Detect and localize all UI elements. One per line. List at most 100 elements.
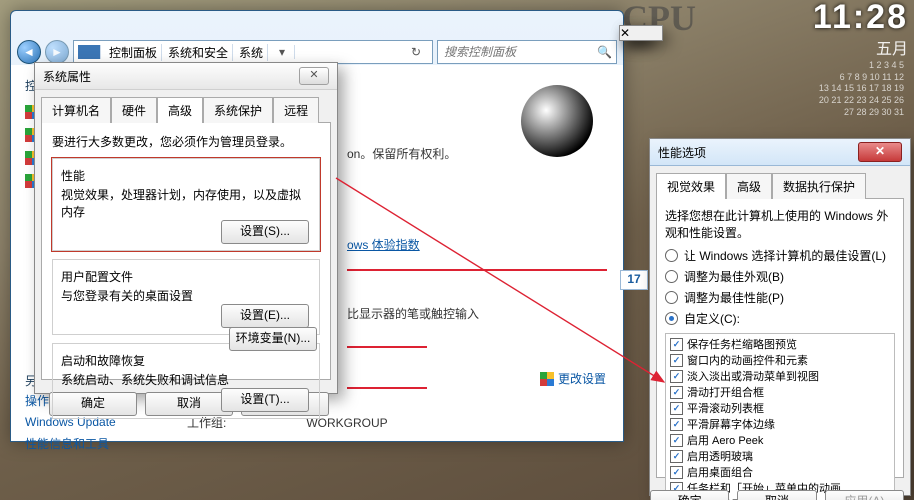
apply-button[interactable]: 应用(A) <box>825 490 904 500</box>
checkbox-icon <box>670 338 683 351</box>
crumb[interactable]: 系统和安全 <box>164 44 233 61</box>
radio-label: 自定义(C): <box>684 310 740 327</box>
radio-icon <box>665 270 678 283</box>
tab-2[interactable]: 数据执行保护 <box>772 173 866 199</box>
dialog-titlebar[interactable]: 系统属性 ✕ <box>35 63 337 90</box>
close-button[interactable]: ✕ <box>858 142 902 162</box>
tabs: 视觉效果高级数据执行保护 <box>650 166 910 198</box>
performance-settings-button[interactable]: 设置(S)... <box>221 220 309 244</box>
tab-body-visual-effects: 选择您想在此计算机上使用的 Windows 外观和性能设置。 让 Windows… <box>656 198 904 478</box>
admin-note: 要进行大多数更改，您必须作为管理员登录。 <box>52 133 320 150</box>
tab-3[interactable]: 系统保护 <box>203 97 273 123</box>
group-text: 系统启动、系统失败和调试信息 <box>61 371 311 388</box>
performance-options-dialog: 性能选项 ✕ 视觉效果高级数据执行保护 选择您想在此计算机上使用的 Window… <box>649 138 911 496</box>
redacted <box>347 336 427 348</box>
windows-logo-icon <box>521 85 593 157</box>
checkbox-label: 平滑滚动列表框 <box>687 400 764 416</box>
system-properties-dialog: 系统属性 ✕ 计算机名硬件高级系统保护远程 要进行大多数更改，您必须作为管理员登… <box>34 62 338 394</box>
checkbox-label: 平滑屏幕字体边缘 <box>687 416 775 432</box>
close-button[interactable]: ✕ <box>299 67 329 85</box>
checkbox-label: 淡入淡出或滑动菜单到视图 <box>687 368 819 384</box>
radio-option[interactable]: 调整为最佳外观(B) <box>665 266 895 287</box>
cancel-button[interactable]: 取消 <box>737 490 816 500</box>
close-button[interactable]: ✕ <box>619 25 663 41</box>
radio-option[interactable]: 自定义(C): <box>665 308 895 329</box>
effects-checklist[interactable]: 保存任务栏缩略图预览窗口内的动画控件和元素淡入淡出或滑动菜单到视图滑动打开组合框… <box>665 333 895 500</box>
dialog-title: 性能选项 <box>658 144 706 161</box>
tab-1[interactable]: 高级 <box>726 173 772 199</box>
tab-2[interactable]: 高级 <box>157 97 203 123</box>
checkbox-icon <box>670 354 683 367</box>
effect-checkbox[interactable]: 平滑屏幕字体边缘 <box>668 416 892 432</box>
sidebar-item[interactable]: 性能信息和工具 <box>25 432 155 455</box>
checkbox-icon <box>670 386 683 399</box>
radio-label: 调整为最佳性能(P) <box>684 289 784 306</box>
intro-text: 选择您想在此计算机上使用的 Windows 外观和性能设置。 <box>665 207 895 241</box>
effect-checkbox[interactable]: 淡入淡出或滑动菜单到视图 <box>668 368 892 384</box>
calendar-mini: 1 2 3 4 56 7 8 9 10 11 1213 14 15 16 17 … <box>819 60 904 118</box>
ok-button[interactable]: 确定 <box>650 490 729 500</box>
tab-0[interactable]: 视觉效果 <box>656 173 726 199</box>
tab-0[interactable]: 计算机名 <box>41 97 111 123</box>
checkbox-icon <box>670 434 683 447</box>
clock-time: 11:28 <box>778 0 908 34</box>
effect-checkbox[interactable]: 启用桌面组合 <box>668 464 892 480</box>
nav-back-button[interactable]: ◄ <box>17 40 41 64</box>
chevron-down-icon[interactable]: ▾ <box>270 45 295 59</box>
redacted <box>347 259 607 271</box>
experience-index-link[interactable]: ows 体验指数 <box>347 236 607 253</box>
tab-1[interactable]: 硬件 <box>111 97 157 123</box>
startup-group: 启动和故障恢复 系统启动、系统失败和调试信息 设置(T)... <box>52 343 320 419</box>
group-title: 用户配置文件 <box>61 268 311 285</box>
radio-icon <box>665 291 678 304</box>
effect-checkbox[interactable]: 保存任务栏缩略图预览 <box>668 336 892 352</box>
search-box[interactable]: 🔍 <box>437 40 617 64</box>
system-window-titlebar[interactable]: — ▭ ✕ <box>11 11 623 39</box>
computer-icon <box>78 45 101 59</box>
refresh-icon[interactable]: ↻ <box>404 45 428 59</box>
crumb[interactable]: 控制面板 <box>105 44 162 61</box>
change-settings-link[interactable]: 更改设置 <box>540 370 606 387</box>
performance-group: 性能 视觉效果，处理器计划，内存使用，以及虚拟内存 设置(S)... <box>52 158 320 251</box>
dialog-titlebar[interactable]: 性能选项 ✕ <box>650 139 910 166</box>
search-icon[interactable]: 🔍 <box>597 45 612 59</box>
checkbox-icon <box>670 418 683 431</box>
checkbox-icon <box>670 466 683 479</box>
userprofile-settings-button[interactable]: 设置(E)... <box>221 304 309 328</box>
effect-checkbox[interactable]: 启用 Aero Peek <box>668 432 892 448</box>
group-text: 视觉效果，处理器计划，内存使用，以及虚拟内存 <box>61 186 311 220</box>
env-vars-button[interactable]: 环境变量(N)... <box>229 327 317 351</box>
clock-month: 五月 <box>778 40 908 59</box>
effect-checkbox[interactable]: 窗口内的动画控件和元素 <box>668 352 892 368</box>
effect-checkbox[interactable]: 滑动打开组合框 <box>668 384 892 400</box>
nav-forward-button[interactable]: ► <box>45 40 69 64</box>
shield-icon <box>540 372 554 386</box>
rating-badge: 17 <box>620 270 648 290</box>
radio-option[interactable]: 让 Windows 选择计算机的最佳设置(L) <box>665 245 895 266</box>
dialog-title: 系统属性 <box>43 68 91 85</box>
effect-checkbox[interactable]: 平滑滚动列表框 <box>668 400 892 416</box>
radio-option[interactable]: 调整为最佳性能(P) <box>665 287 895 308</box>
checkbox-label: 启用透明玻璃 <box>687 448 753 464</box>
tabs: 计算机名硬件高级系统保护远程 <box>35 90 337 122</box>
effect-checkbox[interactable]: 启用透明玻璃 <box>668 448 892 464</box>
pen-touch-text: 比显示器的笔或触控输入 <box>347 305 607 322</box>
checkbox-label: 启用桌面组合 <box>687 464 753 480</box>
breadcrumb[interactable]: 控制面板 系统和安全 系统 ▾ ↻ <box>73 40 433 64</box>
checkbox-icon <box>670 402 683 415</box>
group-text: 与您登录有关的桌面设置 <box>61 287 311 304</box>
checkbox-label: 滑动打开组合框 <box>687 384 764 400</box>
checkbox-icon <box>670 450 683 463</box>
startup-settings-button[interactable]: 设置(T)... <box>221 388 309 412</box>
clock-gadget: 11:28 五月 1 2 3 4 56 7 8 9 10 11 1213 14 … <box>778 0 908 130</box>
userprofile-group: 用户配置文件 与您登录有关的桌面设置 设置(E)... <box>52 259 320 335</box>
checkbox-icon <box>670 370 683 383</box>
tab-4[interactable]: 远程 <box>273 97 319 123</box>
search-input[interactable] <box>442 44 593 61</box>
radio-label: 调整为最佳外观(B) <box>684 268 784 285</box>
group-title: 性能 <box>61 167 311 184</box>
checkbox-label: 启用 Aero Peek <box>687 432 763 448</box>
radio-icon <box>665 249 678 262</box>
checkbox-label: 窗口内的动画控件和元素 <box>687 352 808 368</box>
crumb[interactable]: 系统 <box>235 44 268 61</box>
